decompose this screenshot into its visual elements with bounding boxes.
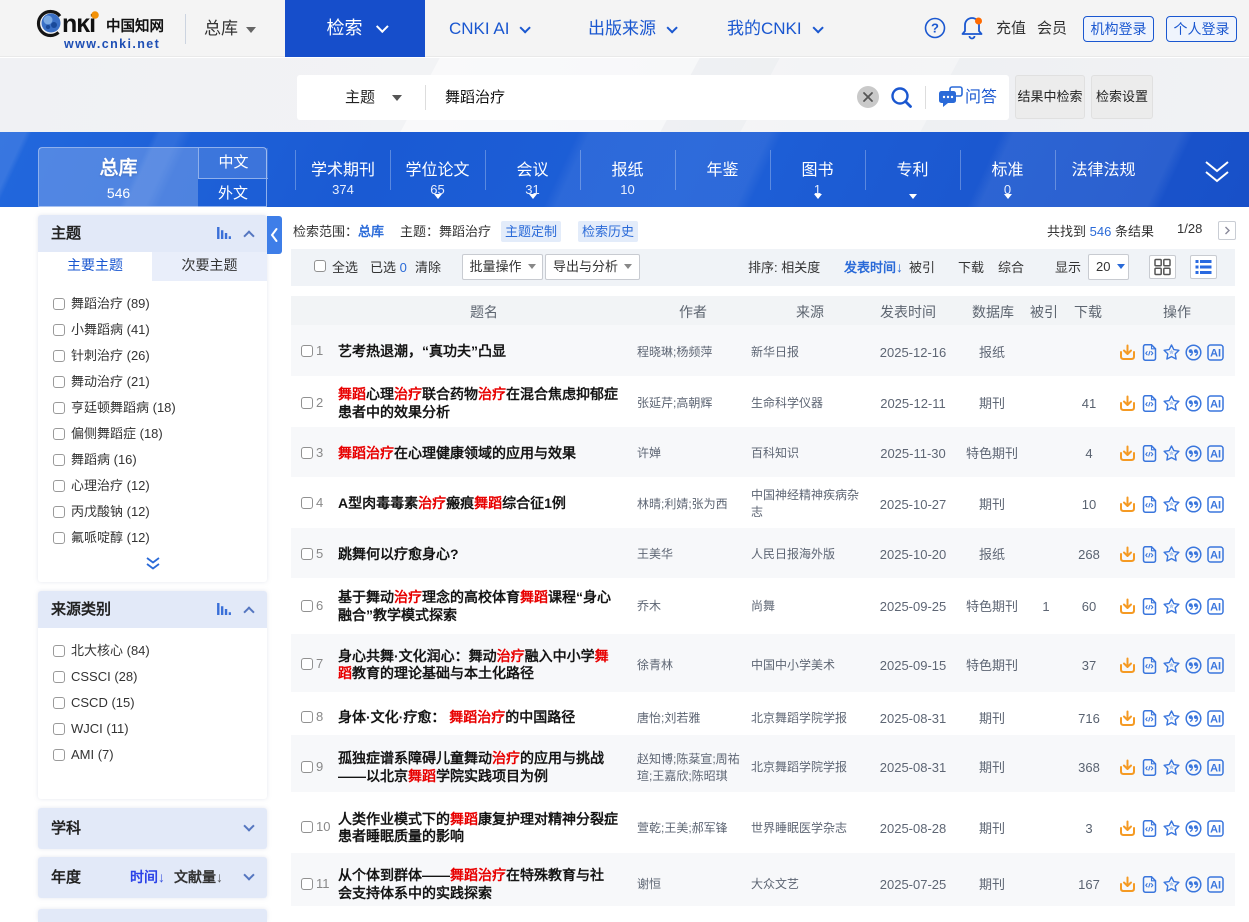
svg-text:?: ? [931, 21, 939, 36]
svg-text:中国知网: 中国知网 [106, 17, 164, 35]
svg-text:www.cnki.net: www.cnki.net [63, 37, 160, 51]
svg-text:nĸi: nĸi [62, 10, 95, 38]
